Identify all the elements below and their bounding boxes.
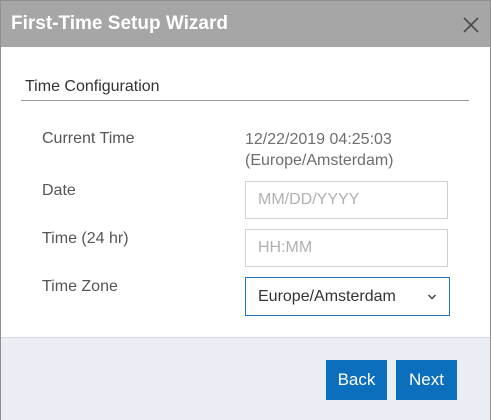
current-time-zone: (Europe/Amsterdam) (245, 152, 394, 169)
setup-wizard-dialog: First-Time Setup Wizard Time Configurati… (0, 0, 491, 420)
dialog-title: First-Time Setup Wizard (11, 13, 228, 34)
chevron-down-icon (427, 294, 437, 300)
date-field[interactable] (245, 181, 448, 219)
time-label: Time (24 hr) (42, 230, 129, 247)
dialog-titlebar: First-Time Setup Wizard (1, 1, 490, 47)
timezone-label: Time Zone (42, 278, 118, 295)
current-time-label: Current Time (42, 130, 135, 147)
close-icon[interactable] (462, 16, 480, 34)
time-field[interactable] (245, 229, 448, 267)
next-button[interactable]: Next (396, 360, 457, 400)
date-label: Date (42, 182, 76, 199)
timezone-select[interactable]: Europe/Amsterdam (245, 277, 450, 316)
current-time-value: 12/22/2019 04:25:03 (245, 131, 392, 148)
timezone-selected-value: Europe/Amsterdam (258, 288, 396, 305)
section-divider (21, 100, 469, 101)
back-button[interactable]: Back (326, 360, 387, 400)
section-title: Time Configuration (25, 78, 160, 95)
dialog-footer: Back Next (1, 337, 490, 420)
